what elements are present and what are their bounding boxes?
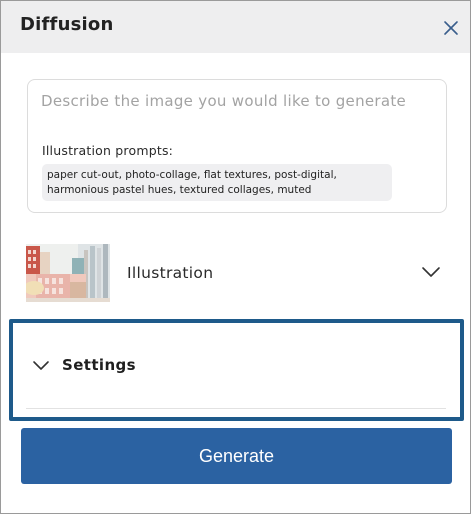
chevron-down-icon bbox=[422, 267, 440, 277]
diffusion-panel: Diffusion Illustration prompts: paper cu… bbox=[0, 0, 471, 514]
close-icon bbox=[444, 21, 458, 35]
settings-label: Settings bbox=[62, 356, 137, 374]
settings-toggle[interactable]: Settings bbox=[26, 341, 446, 391]
chevron-down-icon bbox=[33, 361, 49, 370]
close-button[interactable] bbox=[441, 18, 461, 38]
style-label: Illustration bbox=[127, 264, 214, 282]
prompt-suggestions-label: Illustration prompts: bbox=[42, 143, 174, 158]
divider bbox=[26, 408, 446, 409]
prompt-input[interactable] bbox=[41, 90, 433, 134]
prompt-suggestion-chip[interactable]: paper cut-out, photo-collage, flat textu… bbox=[42, 164, 392, 201]
panel-title: Diffusion bbox=[20, 14, 114, 35]
style-selector[interactable]: Illustration bbox=[1, 242, 470, 306]
illustration-thumbnail bbox=[26, 244, 110, 302]
generate-button[interactable]: Generate bbox=[21, 428, 452, 484]
panel-header: Diffusion bbox=[1, 1, 470, 53]
prompt-box: Illustration prompts: paper cut-out, pho… bbox=[27, 79, 447, 213]
